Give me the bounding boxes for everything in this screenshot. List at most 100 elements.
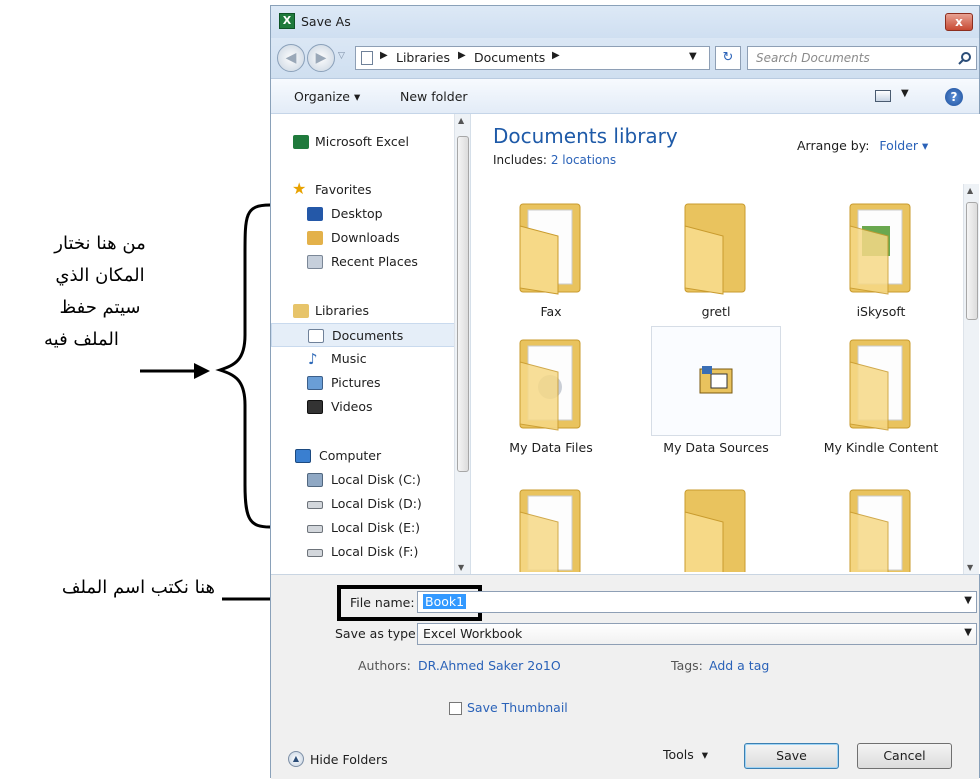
nav-item-local-disk-d[interactable]: Local Disk (D:) — [271, 492, 456, 516]
folder-item[interactable] — [806, 476, 956, 572]
cancel-button[interactable]: Cancel — [857, 743, 952, 769]
chevron-right-icon[interactable]: ▶ — [380, 50, 388, 61]
search-icon[interactable] — [958, 51, 972, 65]
save-button[interactable]: Save — [744, 743, 839, 769]
content-scrollbar[interactable]: ▲ ▼ — [963, 184, 979, 574]
star-icon: ★ — [292, 179, 307, 198]
tools-button[interactable]: Tools ▾ — [663, 747, 708, 762]
scroll-up-icon[interactable]: ▲ — [967, 186, 973, 195]
close-button[interactable]: x — [945, 13, 973, 31]
library-crumb-icon — [361, 51, 373, 65]
chevron-right-icon[interactable]: ▶ — [552, 50, 560, 61]
nav-item-local-disk-c[interactable]: Local Disk (C:) — [271, 468, 456, 492]
scroll-thumb[interactable] — [966, 202, 978, 320]
nav-scrollbar[interactable]: ▲ ▼ — [454, 114, 470, 574]
library-title: Documents library — [493, 124, 678, 148]
nav-item-label: Local Disk (F:) — [331, 544, 419, 559]
nav-item-music[interactable]: ♪ Music — [271, 347, 456, 371]
chevron-right-icon[interactable]: ▶ — [458, 50, 466, 61]
savetype-value: Excel Workbook — [423, 626, 523, 641]
view-icon[interactable] — [875, 90, 891, 102]
help-icon[interactable]: ? — [945, 88, 963, 106]
chevron-down-icon[interactable]: ▼ — [689, 51, 697, 62]
chevron-down-icon[interactable]: ▼ — [964, 627, 972, 638]
organize-label: Organize — [294, 89, 350, 104]
nav-item-label: Documents — [332, 328, 404, 343]
includes-link[interactable]: 2 locations — [551, 153, 616, 167]
scroll-thumb[interactable] — [457, 136, 469, 472]
nav-item-label: Local Disk (E:) — [331, 520, 421, 535]
hide-folders-icon[interactable]: ▲ — [288, 751, 304, 767]
save-as-dialog: X Save As x ◀ ▶ ▽ ▶ Libraries ▶ Document… — [270, 5, 980, 779]
scroll-down-icon[interactable]: ▼ — [967, 563, 973, 572]
folder-icon — [849, 489, 911, 572]
documents-icon — [308, 329, 324, 343]
pictures-icon — [307, 376, 323, 390]
folder-icon — [519, 203, 581, 295]
arrange-dropdown[interactable]: Folder ▾ — [879, 138, 928, 153]
filename-input[interactable]: Book1 ▼ — [417, 591, 977, 613]
drive-icon — [307, 501, 323, 509]
breadcrumb[interactable]: ▶ Libraries ▶ Documents ▶ ▼ — [355, 46, 710, 70]
includes-label: Includes: — [493, 153, 547, 167]
folder-icon — [849, 339, 911, 431]
nav-item-pictures[interactable]: Pictures — [271, 371, 456, 395]
breadcrumb-libraries[interactable]: Libraries — [396, 50, 450, 65]
folder-name: gretl — [701, 304, 731, 319]
chevron-down-icon[interactable]: ▼ — [901, 88, 909, 99]
nav-item-documents[interactable]: Documents — [271, 323, 456, 347]
scroll-up-icon[interactable]: ▲ — [458, 116, 464, 125]
nav-item-computer[interactable]: Computer — [271, 444, 456, 468]
folder-item[interactable]: iSkysoft — [806, 190, 956, 325]
nav-item-label: Favorites — [315, 182, 372, 197]
window-title: Save As — [301, 14, 351, 29]
arrange-label: Arrange by: — [797, 138, 870, 153]
command-toolbar: Organize ▾ New folder ▼ ? — [271, 78, 979, 114]
folder-item[interactable]: My Data Sources — [641, 326, 791, 476]
drive-icon — [307, 473, 323, 487]
save-thumbnail-label[interactable]: Save Thumbnail — [467, 700, 568, 715]
nav-item-favorites[interactable]: ★ Favorites — [271, 178, 456, 202]
back-button[interactable]: ◀ — [277, 44, 305, 72]
authors-value[interactable]: DR.Ahmed Saker 2o1O — [418, 658, 561, 673]
folder-icon — [519, 489, 581, 572]
folder-item[interactable]: gretl — [641, 190, 791, 325]
save-thumbnail-checkbox[interactable] — [449, 702, 462, 715]
nav-item-downloads[interactable]: Downloads — [271, 226, 456, 250]
drive-icon — [307, 549, 323, 557]
folder-item[interactable]: My Kindle Content — [806, 326, 956, 476]
authors-label: Authors: — [358, 658, 411, 673]
tags-label: Tags: — [671, 658, 703, 673]
nav-item-videos[interactable]: Videos — [271, 395, 456, 419]
recent-pages-icon[interactable]: ▽ — [338, 51, 345, 61]
filename-label: File name: — [350, 595, 415, 610]
organize-button[interactable]: Organize ▾ — [294, 89, 360, 104]
nav-item-microsoft-excel[interactable]: Microsoft Excel — [271, 130, 456, 154]
savetype-select[interactable]: Excel Workbook ▼ — [417, 623, 977, 645]
folder-item[interactable] — [641, 476, 791, 572]
filename-value: Book1 — [423, 594, 467, 609]
refresh-button[interactable]: ↻ — [715, 46, 741, 70]
tags-value[interactable]: Add a tag — [709, 658, 769, 673]
folder-name: Fax — [540, 304, 562, 319]
nav-item-desktop[interactable]: Desktop — [271, 202, 456, 226]
nav-item-label: Videos — [331, 399, 373, 414]
new-folder-button[interactable]: New folder — [400, 89, 468, 104]
folder-item[interactable] — [476, 476, 626, 572]
nav-item-libraries[interactable]: Libraries — [271, 299, 456, 323]
forward-button[interactable]: ▶ — [307, 44, 335, 72]
chevron-down-icon[interactable]: ▼ — [964, 595, 972, 606]
nav-item-local-disk-e[interactable]: Local Disk (E:) — [271, 516, 456, 540]
hide-folders-button[interactable]: Hide Folders — [310, 752, 388, 767]
nav-item-local-disk-f[interactable]: Local Disk (F:) — [271, 540, 456, 564]
folder-item[interactable]: Fax — [476, 190, 626, 325]
search-input[interactable]: Search Documents — [747, 46, 977, 70]
folder-icon — [684, 203, 746, 295]
scroll-down-icon[interactable]: ▼ — [458, 563, 464, 572]
folder-name: My Data Sources — [663, 440, 769, 455]
annotation-filename-text: هنا نكتب اسم الملف — [61, 577, 215, 598]
nav-item-recent-places[interactable]: Recent Places — [271, 250, 456, 274]
folder-item[interactable]: My Data Files — [476, 326, 626, 476]
breadcrumb-documents[interactable]: Documents — [474, 50, 545, 65]
nav-item-label: Local Disk (C:) — [331, 472, 421, 487]
